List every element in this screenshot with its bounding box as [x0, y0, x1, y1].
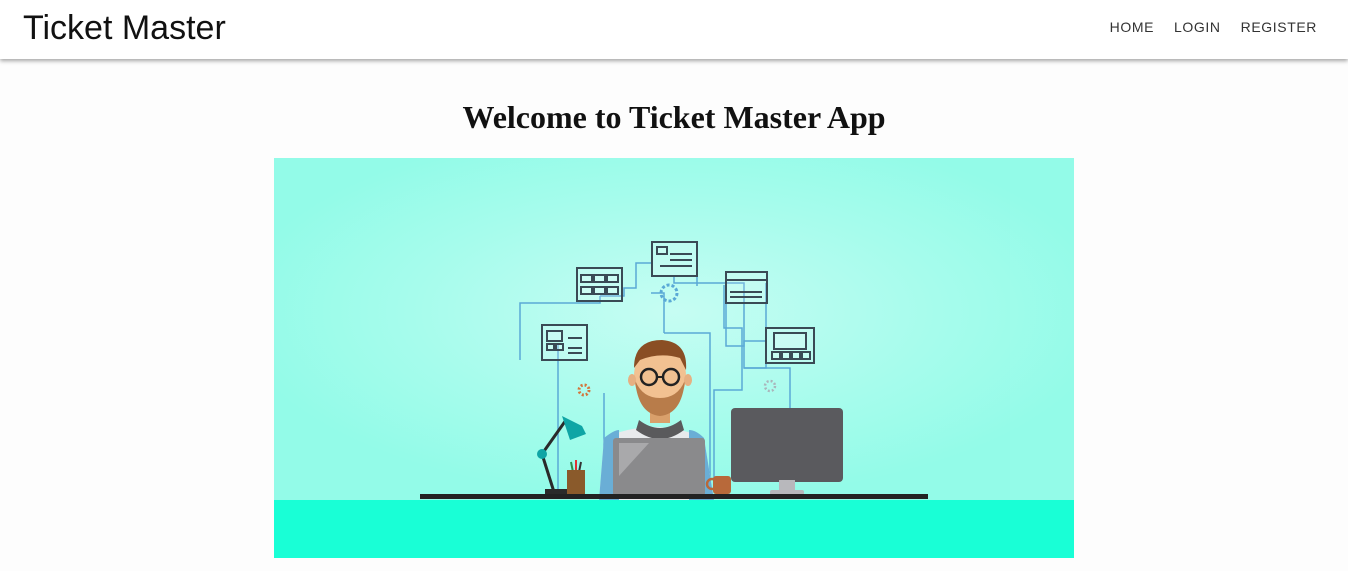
desk-surface	[420, 494, 928, 499]
page-heading: Welcome to Ticket Master App	[462, 99, 886, 135]
hero-floor	[274, 500, 1074, 558]
wireframe-card-4	[541, 324, 588, 361]
desktop-monitor	[731, 408, 843, 495]
nav-link-register[interactable]: REGISTER	[1241, 19, 1317, 35]
wireframe-card-5	[765, 327, 815, 364]
brand-title[interactable]: Ticket Master	[23, 8, 226, 48]
wireframe-card-3	[725, 271, 768, 304]
wireframe-card-2	[651, 241, 698, 277]
nav-link-home[interactable]: HOME	[1110, 19, 1154, 35]
hero-illustration	[274, 158, 1074, 558]
nav-links: HOME LOGIN REGISTER	[1110, 19, 1317, 35]
wireframe-card-1	[576, 267, 623, 302]
top-navbar: Ticket Master HOME LOGIN REGISTER	[0, 0, 1348, 59]
nav-link-login[interactable]: LOGIN	[1174, 19, 1221, 35]
laptop	[607, 438, 711, 498]
